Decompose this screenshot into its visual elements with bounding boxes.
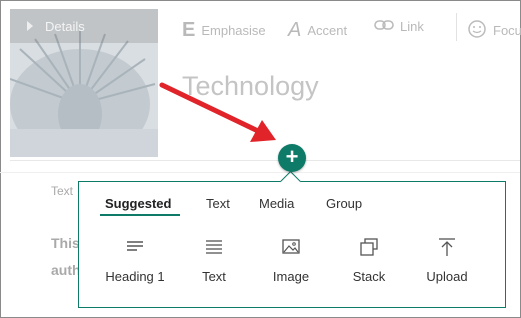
upload-icon	[439, 238, 455, 256]
option-label: Text	[202, 269, 226, 284]
image-icon	[282, 239, 300, 254]
option-upload[interactable]: Upload	[426, 236, 468, 284]
option-label: Stack	[352, 269, 386, 284]
tab-group[interactable]: Group	[326, 196, 362, 211]
active-tab-indicator	[100, 214, 180, 216]
text-lines-icon	[206, 240, 222, 254]
option-image[interactable]: Image	[273, 236, 309, 284]
tab-suggested[interactable]: Suggested	[105, 196, 171, 211]
option-label: Image	[272, 269, 310, 284]
option-label: Upload	[426, 269, 468, 284]
option-stack[interactable]: Stack	[353, 236, 385, 284]
heading-icon	[127, 241, 143, 251]
option-heading-1[interactable]: Heading 1	[105, 236, 165, 284]
tab-media[interactable]: Media	[259, 196, 294, 211]
tab-text[interactable]: Text	[206, 196, 230, 211]
option-label: Heading 1	[105, 269, 165, 284]
option-text[interactable]: Text	[199, 236, 229, 284]
add-web-part-button[interactable]: +	[278, 144, 306, 172]
stack-icon	[360, 238, 378, 256]
